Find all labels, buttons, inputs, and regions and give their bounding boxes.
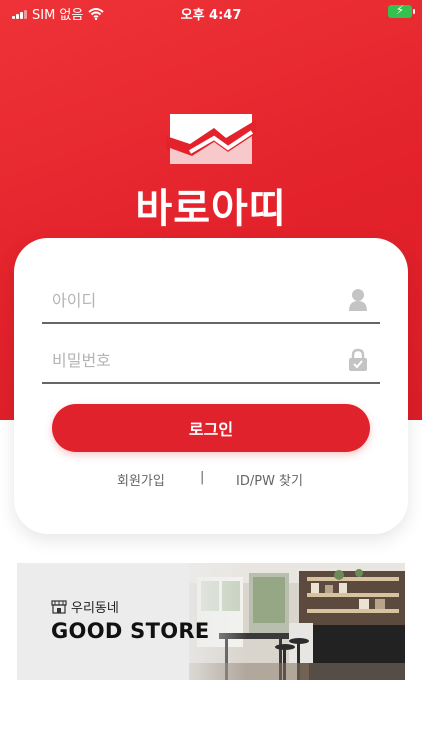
link-separator: | [200,470,205,485]
user-icon [349,289,367,311]
login-screen: SIM 없음 오후 4:47 ⚡ 바로아띠 아이디 로그인 회원가입 | ID/… [0,0,422,750]
brand-logo-icon [166,114,256,164]
id-field [42,280,380,324]
banner-title: GOOD STORE [51,619,210,643]
lock-icon [349,348,367,371]
account-links: 회원가입 | ID/PW 찾기 [14,470,408,490]
login-card: 로그인 회원가입 | ID/PW 찾기 [14,238,408,534]
signup-link[interactable]: 회원가입 [117,470,165,489]
password-field [42,340,380,384]
id-input[interactable] [52,280,332,320]
store-icon [51,599,67,614]
banner-subtitle-text: 우리동네 [71,601,119,616]
banner-subtitle: 우리동네 [51,597,119,616]
battery-icon: ⚡ [388,3,415,18]
brand-name: 바로아띠 [135,186,287,232]
status-bar: SIM 없음 오후 4:47 ⚡ [0,0,422,24]
password-input[interactable] [52,340,332,380]
good-store-banner[interactable]: 우리동네 GOOD STORE [17,563,405,680]
status-time: 오후 4:47 [180,8,242,23]
find-id-password-link[interactable]: ID/PW 찾기 [236,470,303,489]
login-button[interactable]: 로그인 [52,404,370,452]
